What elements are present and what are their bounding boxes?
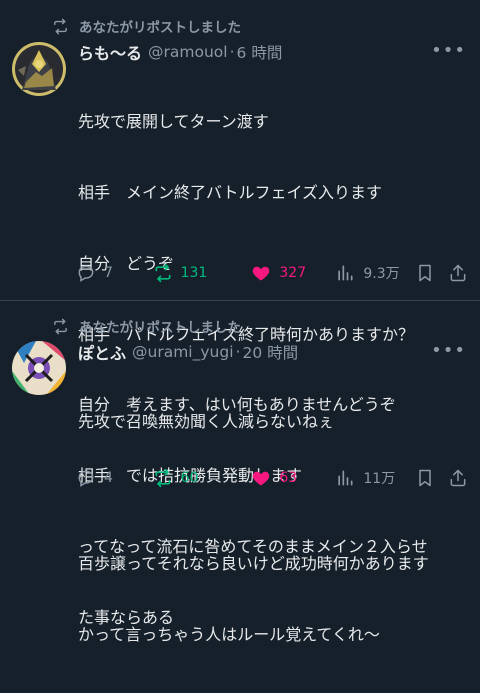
reply-count: 7 bbox=[104, 265, 113, 281]
bookmark-button[interactable] bbox=[415, 263, 448, 283]
views-button[interactable]: 9.3万 bbox=[335, 263, 414, 283]
heart-filled-icon bbox=[253, 266, 270, 281]
view-count: 9.3万 bbox=[363, 266, 400, 282]
reply-icon bbox=[78, 470, 94, 487]
tweet[interactable]: あなたがリポストしました ぽとふ @urami_yugi · 20 時間 •••… bbox=[0, 300, 480, 644]
repost-icon bbox=[155, 263, 171, 283]
reply-button[interactable]: 4 bbox=[76, 468, 153, 488]
text-line: かって言っちゃう人はルール覚えてくれ〜 bbox=[78, 624, 380, 644]
text-line: 百歩譲ってそれなら良いけど成功時何かあります bbox=[78, 553, 429, 573]
share-icon bbox=[450, 469, 466, 487]
share-button[interactable] bbox=[448, 468, 468, 488]
reposted-by-you-label: あなたがリポストしました bbox=[52, 16, 241, 36]
repost-button[interactable]: 60 bbox=[153, 468, 252, 488]
avatar[interactable] bbox=[12, 341, 66, 395]
like-button[interactable]: 327 bbox=[251, 263, 335, 283]
user-handle[interactable]: @ramouol bbox=[148, 43, 228, 61]
share-icon bbox=[450, 264, 466, 282]
timestamp[interactable]: 6 時間 bbox=[237, 41, 283, 63]
reposted-by-you-label: あなたがリポストしました bbox=[52, 316, 241, 336]
action-bar: 4 60 63 11万 bbox=[76, 468, 468, 488]
heart-filled-icon bbox=[253, 471, 270, 486]
more-options-icon[interactable]: ••• bbox=[431, 340, 466, 361]
bookmark-button[interactable] bbox=[415, 468, 448, 488]
more-options-icon[interactable]: ••• bbox=[431, 40, 466, 61]
like-count: 63 bbox=[279, 470, 298, 486]
tweet[interactable]: あなたがリポストしました らも〜る @ramouol · 6 時間 ••• 先攻… bbox=[0, 0, 480, 627]
reply-count: 4 bbox=[104, 470, 113, 486]
user-handle[interactable]: @urami_yugi bbox=[132, 343, 234, 361]
reply-button[interactable]: 7 bbox=[76, 263, 153, 283]
separator-dot: · bbox=[235, 343, 241, 361]
like-count: 327 bbox=[279, 265, 307, 281]
like-button[interactable]: 63 bbox=[251, 468, 335, 488]
tweet-text: 先攻で召喚無効聞く人減らないねぇ 百歩譲ってそれなら良いけど成功時何かあります … bbox=[78, 363, 466, 693]
timestamp[interactable]: 20 時間 bbox=[242, 341, 298, 363]
bookmark-icon bbox=[419, 469, 431, 487]
tweet-header: らも〜る @ramouol · 6 時間 bbox=[78, 40, 282, 64]
view-count: 11万 bbox=[363, 471, 396, 487]
text-line: 相手 メイン終了バトルフェイズ入ります bbox=[78, 182, 383, 202]
share-button[interactable] bbox=[448, 263, 468, 283]
separator-dot: · bbox=[229, 43, 235, 61]
display-name[interactable]: ぽとふ bbox=[78, 340, 126, 364]
views-bar-chart-icon bbox=[338, 265, 353, 281]
tweet-header: ぽとふ @urami_yugi · 20 時間 bbox=[78, 340, 298, 364]
text-line: 先攻で召喚無効聞く人減らないねぇ bbox=[78, 412, 335, 432]
reply-icon bbox=[78, 265, 94, 282]
text-line: 先攻で展開してターン渡す bbox=[78, 112, 269, 132]
repost-icon bbox=[54, 318, 67, 334]
repost-icon bbox=[54, 18, 67, 34]
bookmark-icon bbox=[419, 264, 431, 282]
display-name[interactable]: らも〜る bbox=[78, 40, 142, 64]
views-bar-chart-icon bbox=[338, 470, 353, 486]
repost-count: 60 bbox=[180, 470, 199, 486]
avatar[interactable] bbox=[12, 42, 66, 96]
action-bar: 7 131 327 9.3万 bbox=[76, 263, 468, 283]
views-button[interactable]: 11万 bbox=[335, 468, 414, 488]
repost-button[interactable]: 131 bbox=[153, 263, 252, 283]
repost-icon bbox=[155, 468, 171, 488]
repost-count: 131 bbox=[180, 265, 208, 281]
